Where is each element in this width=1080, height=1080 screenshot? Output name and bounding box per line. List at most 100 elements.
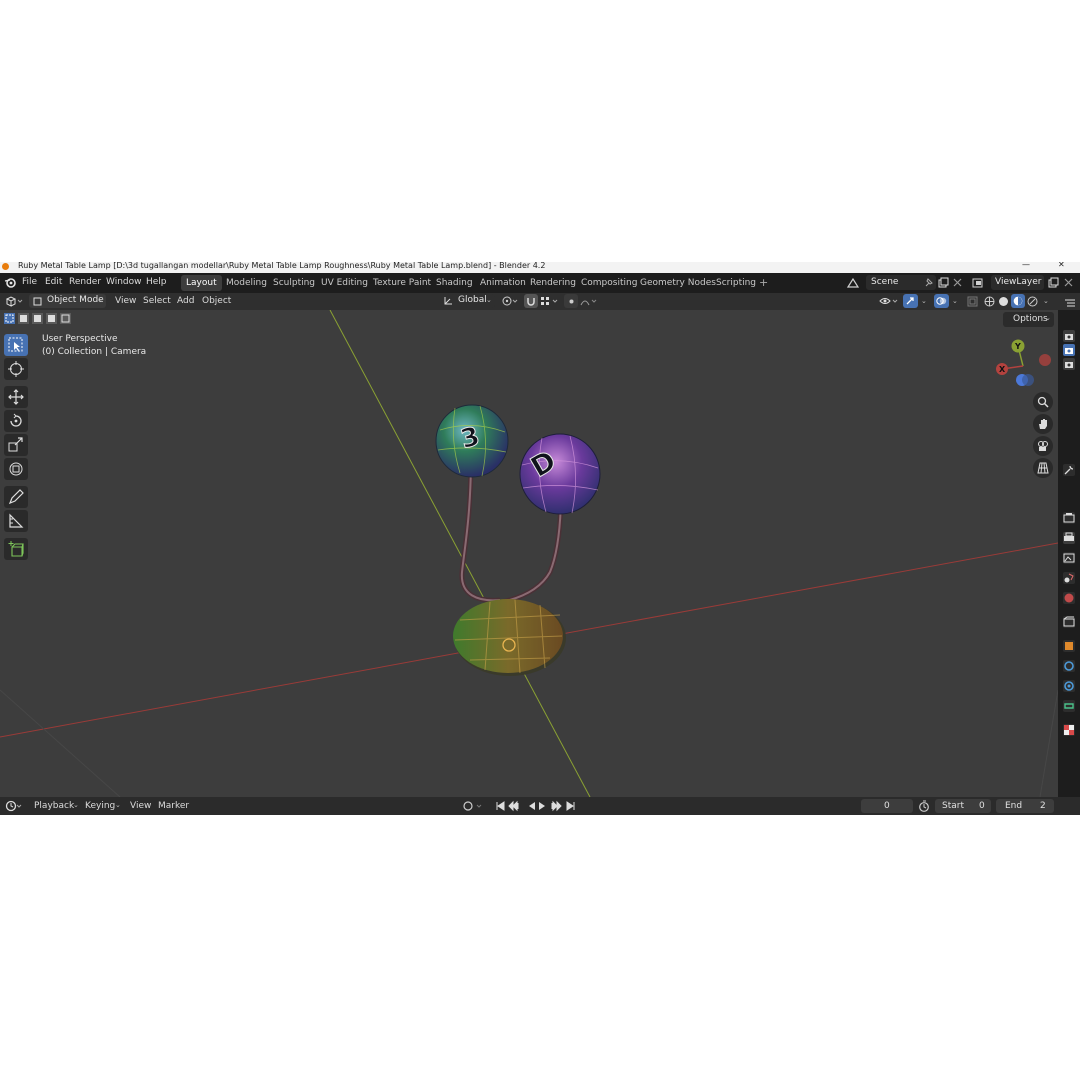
select-box-tool[interactable] [4, 334, 28, 356]
tab-uv-editing[interactable]: UV Editing [316, 275, 373, 291]
object-properties-tab[interactable] [1063, 640, 1075, 652]
tab-sculpting[interactable]: Sculpting [268, 275, 320, 291]
pivot-point-icon[interactable] [501, 296, 519, 307]
object-mode-dropdown[interactable]: Object Mode ⌄ [29, 294, 106, 308]
close-window-button[interactable]: ✕ [1058, 262, 1065, 270]
output-properties-tab[interactable] [1063, 532, 1075, 544]
menu-object[interactable]: Object [202, 296, 231, 306]
menu-edit[interactable]: Edit [45, 277, 62, 287]
render-properties-tab[interactable] [1063, 512, 1075, 524]
pan-button[interactable] [1033, 414, 1053, 434]
minimize-button[interactable]: — [1022, 262, 1030, 270]
menu-keying[interactable]: Keying [85, 801, 115, 811]
selection-mode-icons[interactable] [3, 312, 71, 325]
visibility-icon[interactable] [879, 296, 899, 307]
transform-tool[interactable] [4, 458, 28, 480]
collection-properties-tab[interactable] [1063, 616, 1075, 628]
chevron-down-icon[interactable]: ⌄ [952, 297, 958, 305]
orientation-label: Global [458, 295, 487, 305]
move-tool[interactable] [4, 386, 28, 408]
tab-shading[interactable]: Shading [431, 275, 478, 291]
pin-icon[interactable] [924, 278, 933, 287]
tool-properties-tab[interactable] [1063, 464, 1075, 476]
measure-tool[interactable] [4, 510, 28, 532]
gizmo-toggle[interactable] [903, 294, 918, 308]
chevron-down-icon[interactable]: ⌄ [1043, 297, 1049, 305]
scale-tool[interactable] [4, 434, 28, 456]
tab-rendering[interactable]: Rendering [525, 275, 581, 291]
new-scene-icon[interactable] [938, 277, 949, 288]
scene-icon[interactable] [846, 277, 860, 289]
zoom-button[interactable] [1033, 392, 1053, 412]
auto-keying-icon[interactable] [462, 800, 484, 812]
menu-playback[interactable]: Playback [34, 801, 74, 811]
gizmo-y-label: Y [1014, 342, 1021, 351]
snap-toggle[interactable] [524, 294, 538, 308]
proportional-edit-toggle[interactable] [564, 294, 578, 308]
options-dropdown[interactable]: Options ⌄ [1003, 312, 1054, 327]
tab-animation[interactable]: Animation [475, 275, 531, 291]
render-tab-3[interactable] [1063, 358, 1075, 370]
tab-scripting[interactable]: Scripting [711, 275, 761, 291]
current-frame-field[interactable]: 0 [861, 799, 913, 813]
viewlayer-icon[interactable] [972, 277, 986, 289]
perspective-toggle-button[interactable] [1033, 458, 1053, 478]
material-preview-toggle[interactable] [1011, 294, 1025, 308]
stopwatch-icon[interactable] [918, 800, 931, 812]
add-cube-tool[interactable] [4, 538, 28, 560]
menu-add[interactable]: Add [177, 296, 194, 306]
editor-type-icon[interactable] [5, 296, 23, 307]
xray-icon[interactable] [967, 296, 979, 307]
add-workspace-button[interactable]: + [759, 276, 768, 289]
delete-scene-icon[interactable] [953, 278, 962, 287]
world-properties-tab[interactable] [1063, 592, 1075, 604]
tab-texture-paint[interactable]: Texture Paint [368, 275, 436, 291]
chevron-down-icon[interactable]: ⌄ [921, 297, 927, 305]
modifier-properties-tab[interactable] [1063, 660, 1075, 672]
physics-properties-tab[interactable] [1063, 680, 1075, 692]
overlays-toggle[interactable] [934, 294, 949, 308]
falloff-curve-icon[interactable] [580, 296, 598, 307]
render-tab-2[interactable] [1063, 344, 1075, 356]
annotate-tool[interactable] [4, 486, 28, 508]
viewlayer-selector[interactable]: ViewLayer [991, 275, 1044, 290]
blender-logo-icon[interactable] [4, 277, 16, 289]
scene-properties-tab[interactable] [1063, 572, 1075, 584]
tab-compositing[interactable]: Compositing [576, 275, 642, 291]
end-frame-field[interactable]: End 2 [996, 799, 1054, 813]
menu-view[interactable]: View [115, 296, 136, 306]
snap-target-icon[interactable] [540, 296, 560, 307]
tab-geometry-nodes[interactable]: Geometry Nodes [635, 275, 721, 291]
editor-type-clock-icon[interactable] [5, 800, 23, 812]
wireframe-shading-icon[interactable] [984, 296, 996, 307]
menu-view[interactable]: View [130, 801, 151, 811]
tab-modeling[interactable]: Modeling [221, 275, 272, 291]
camera-view-button[interactable] [1033, 436, 1053, 456]
tab-layout[interactable]: Layout [181, 275, 222, 291]
delete-viewlayer-icon[interactable] [1064, 278, 1073, 287]
solid-shading-icon[interactable] [998, 296, 1010, 307]
menu-file[interactable]: File [22, 277, 37, 287]
transform-orientation-dropdown[interactable]: Global ⌄ [441, 294, 495, 308]
constraint-properties-tab[interactable] [1063, 700, 1075, 712]
rendered-shading-icon[interactable] [1027, 296, 1039, 307]
cursor-tool[interactable] [4, 358, 28, 380]
new-viewlayer-icon[interactable] [1048, 277, 1059, 288]
lamp-stem-right [501, 499, 564, 605]
3d-viewport[interactable]: 3 D User Perspective (0) Collection | Ca… [0, 310, 1058, 797]
render-tab-1[interactable] [1063, 330, 1075, 342]
object-icon [1065, 642, 1073, 650]
texture-properties-tab[interactable] [1063, 724, 1075, 736]
outliner-icon[interactable] [1063, 298, 1077, 308]
scene-selector[interactable]: Scene [866, 275, 936, 290]
start-frame-field[interactable]: Start 0 [935, 799, 991, 813]
menu-window[interactable]: Window [106, 277, 142, 287]
menu-marker[interactable]: Marker [158, 801, 189, 811]
navigation-gizmo[interactable]: Y X [990, 338, 1052, 390]
menu-help[interactable]: Help [146, 277, 167, 287]
view-layer-properties-tab[interactable] [1063, 552, 1075, 564]
menu-select[interactable]: Select [143, 296, 171, 306]
menu-render[interactable]: Render [69, 277, 101, 287]
rotate-tool[interactable] [4, 410, 28, 432]
playback-controls[interactable] [495, 800, 579, 812]
